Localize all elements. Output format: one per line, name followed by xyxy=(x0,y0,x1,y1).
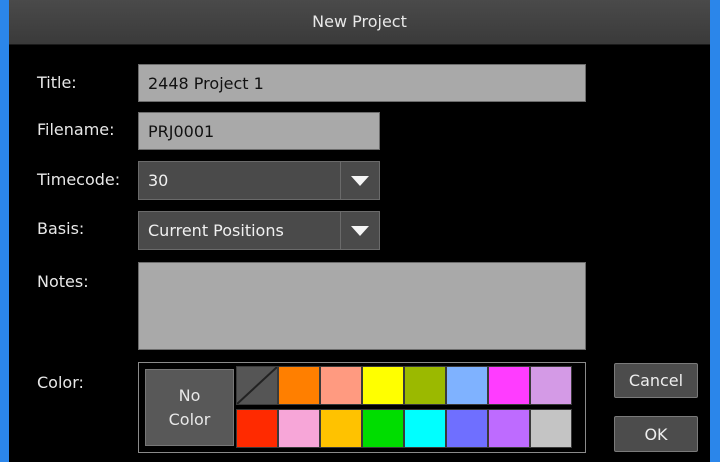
notes-textarea[interactable] xyxy=(138,262,586,350)
ok-button[interactable]: OK xyxy=(614,416,698,452)
filename-input-value: PRJ0001 xyxy=(148,121,215,141)
new-project-dialog: New Project Title: 2448 Project 1 Filena… xyxy=(0,0,720,462)
no-color-label-line2: Color xyxy=(168,409,211,429)
color-swatch[interactable] xyxy=(320,409,362,448)
color-swatch[interactable] xyxy=(278,366,320,405)
filename-label: Filename: xyxy=(37,120,115,139)
basis-label: Basis: xyxy=(37,219,85,238)
color-swatch[interactable] xyxy=(488,409,530,448)
color-palette: No Color xyxy=(138,362,586,453)
color-swatch[interactable] xyxy=(530,409,572,448)
color-swatch[interactable] xyxy=(404,366,446,405)
color-swatch[interactable] xyxy=(278,409,320,448)
title-input[interactable]: 2448 Project 1 xyxy=(138,64,586,102)
color-swatch[interactable] xyxy=(446,409,488,448)
color-swatch-none[interactable] xyxy=(236,366,278,405)
title-input-value: 2448 Project 1 xyxy=(148,73,264,93)
timecode-dropdown[interactable]: 30 xyxy=(138,161,380,200)
no-color-label-line1: No xyxy=(178,385,201,405)
color-swatch[interactable] xyxy=(404,409,446,448)
color-swatch[interactable] xyxy=(320,366,362,405)
window-accent-right xyxy=(710,0,720,462)
timecode-dropdown-value: 30 xyxy=(148,171,169,190)
filename-input[interactable]: PRJ0001 xyxy=(138,112,380,150)
color-swatch[interactable] xyxy=(362,409,404,448)
color-swatch[interactable] xyxy=(362,366,404,405)
dialog-title: New Project xyxy=(9,0,710,45)
color-label: Color: xyxy=(37,373,84,392)
window-accent-left xyxy=(0,0,9,462)
chevron-down-icon[interactable] xyxy=(340,162,379,199)
basis-dropdown[interactable]: Current Positions xyxy=(138,211,380,250)
title-label: Title: xyxy=(37,73,77,92)
chevron-down-icon[interactable] xyxy=(340,212,379,249)
notes-label: Notes: xyxy=(37,272,89,291)
cancel-button[interactable]: Cancel xyxy=(614,363,698,398)
no-color-button[interactable]: No Color xyxy=(145,369,234,446)
color-swatch[interactable] xyxy=(530,366,572,405)
color-swatch[interactable] xyxy=(236,409,278,448)
color-swatch[interactable] xyxy=(446,366,488,405)
basis-dropdown-value: Current Positions xyxy=(148,221,284,240)
color-swatch[interactable] xyxy=(488,366,530,405)
timecode-label: Timecode: xyxy=(37,170,121,189)
